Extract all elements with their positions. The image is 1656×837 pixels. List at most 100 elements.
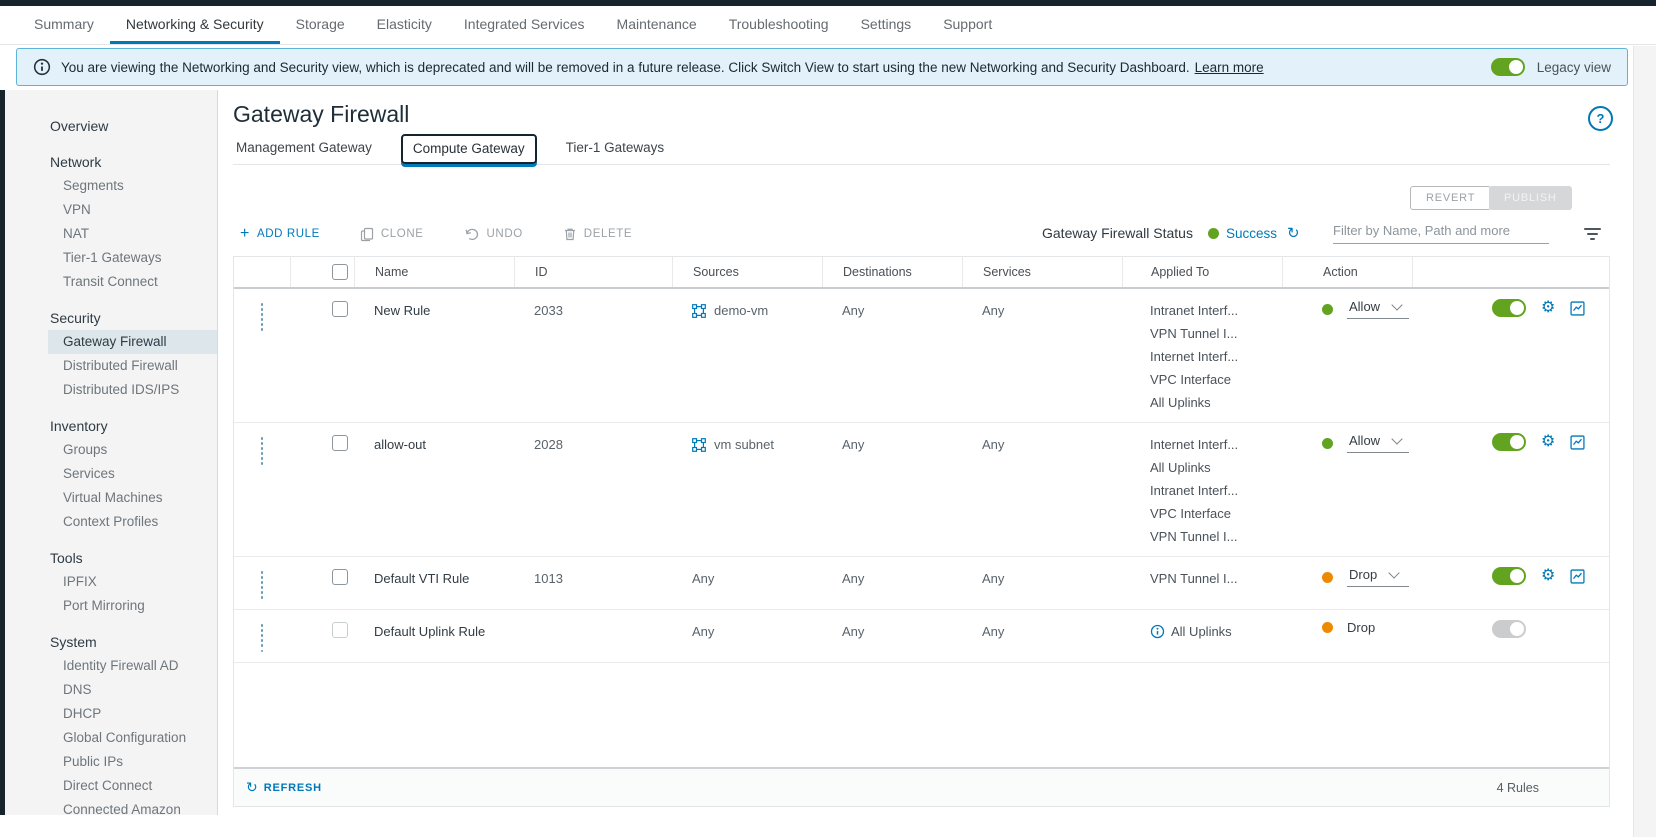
gear-icon[interactable]: ⚙	[1541, 300, 1555, 316]
add-rule-button[interactable]: + ADD RULE	[240, 227, 320, 241]
gateway-firewall-status: Gateway Firewall Status Success ↻	[1042, 224, 1300, 242]
undo-button[interactable]: UNDO	[464, 227, 523, 241]
sidebar-item-port-mirroring[interactable]: Port Mirroring	[5, 594, 217, 618]
rule-enabled-toggle[interactable]	[1492, 567, 1526, 585]
sidebar-item-groups[interactable]: Groups	[5, 438, 217, 462]
rule-sources: vm subnet	[672, 433, 822, 456]
top-navigation: SummaryNetworking & SecurityStorageElast…	[0, 6, 1656, 45]
tab-compute-gateway[interactable]: Compute Gateway	[401, 134, 537, 164]
action-select[interactable]: Allow	[1347, 433, 1409, 453]
rule-checkbox-cell	[290, 433, 354, 451]
rule-checkbox[interactable]	[332, 301, 348, 317]
chart-icon[interactable]	[1570, 569, 1585, 584]
sidebar-section-inventory: Inventory	[5, 414, 217, 438]
sidebar-item-dhcp[interactable]: DHCP	[5, 702, 217, 726]
help-icon[interactable]: ?	[1588, 106, 1613, 131]
gear-icon[interactable]: ⚙	[1541, 568, 1555, 584]
status-refresh-icon[interactable]: ↻	[1287, 224, 1300, 242]
filter-icon[interactable]	[1584, 228, 1601, 240]
learn-more-link[interactable]: Learn more	[1195, 60, 1264, 75]
status-value: Success	[1226, 226, 1277, 241]
action-state-dot	[1322, 438, 1333, 449]
rule-row-default-uplink-rule: Default Uplink RuleAnyAnyAnyAll UplinksD…	[234, 610, 1609, 663]
rule-enabled-toggle[interactable]	[1492, 299, 1526, 317]
info-icon	[1150, 624, 1165, 639]
sidebar-item-context-profiles[interactable]: Context Profiles	[5, 510, 217, 534]
nav-tab-troubleshooting[interactable]: Troubleshooting	[713, 6, 845, 44]
rule-action-cell: Drop	[1282, 567, 1412, 587]
nav-tab-support[interactable]: Support	[927, 6, 1008, 44]
action-select[interactable]: Drop	[1347, 567, 1409, 587]
rule-applied-to: Intranet Interf...VPN Tunnel I...Interne…	[1122, 299, 1282, 414]
rule-checkbox[interactable]	[332, 569, 348, 585]
page-title: Gateway Firewall	[233, 101, 409, 128]
sidebar-item-nat[interactable]: NAT	[5, 222, 217, 246]
sidebar-item-services[interactable]: Services	[5, 462, 217, 486]
group-icon	[692, 438, 706, 452]
applied-to-item: All Uplinks	[1150, 620, 1282, 643]
sidebar-item-distributed-ids-ips[interactable]: Distributed IDS/IPS	[5, 378, 217, 402]
sidebar-item-overview[interactable]: Overview	[5, 114, 217, 138]
nav-tab-networking-security[interactable]: Networking & Security	[110, 6, 280, 44]
sidebar-item-gateway-firewall[interactable]: Gateway Firewall	[48, 330, 217, 354]
clone-button[interactable]: CLONE	[360, 227, 424, 242]
revert-button[interactable]: REVERT	[1410, 186, 1491, 210]
nav-tab-settings[interactable]: Settings	[845, 6, 928, 44]
sidebar-item-segments[interactable]: Segments	[5, 174, 217, 198]
drag-handle-icon[interactable]	[257, 622, 268, 654]
rule-applied-to: VPN Tunnel I...	[1122, 567, 1282, 590]
rule-services: Any	[962, 299, 1122, 322]
applied-to-item: VPN Tunnel I...	[1150, 322, 1282, 345]
nav-tab-storage[interactable]: Storage	[280, 6, 361, 44]
select-all-checkbox[interactable]	[332, 264, 348, 280]
sidebar-item-identity-firewall-ad[interactable]: Identity Firewall AD	[5, 654, 217, 678]
sidebar-item-global-configuration[interactable]: Global Configuration	[5, 726, 217, 750]
sidebar-item-tier-1-gateways[interactable]: Tier-1 Gateways	[5, 246, 217, 270]
sidebar-item-connected-amazon[interactable]: Connected Amazon	[5, 798, 217, 815]
sidebar-item-dns[interactable]: DNS	[5, 678, 217, 702]
rule-id: 1013	[514, 567, 672, 590]
drag-handle-icon[interactable]	[257, 435, 268, 467]
nav-tab-elasticity[interactable]: Elasticity	[361, 6, 448, 44]
rule-checkbox[interactable]	[332, 435, 348, 451]
filter-field	[1333, 221, 1549, 244]
gear-icon[interactable]: ⚙	[1541, 434, 1555, 450]
filter-input[interactable]	[1333, 221, 1549, 244]
nav-tab-summary[interactable]: Summary	[18, 6, 110, 44]
sidebar-item-ipfix[interactable]: IPFIX	[5, 570, 217, 594]
trash-icon	[563, 227, 577, 242]
nav-tab-integrated-services[interactable]: Integrated Services	[448, 6, 601, 44]
publish-button[interactable]: PUBLISH	[1489, 186, 1572, 210]
scrollbar-track[interactable]	[1633, 46, 1656, 837]
tab-tier-1-gateways[interactable]: Tier-1 Gateways	[563, 140, 668, 164]
drag-handle-icon[interactable]	[257, 301, 268, 333]
delete-button[interactable]: DELETE	[563, 227, 632, 242]
rules-toolbar: + ADD RULE CLONE UNDO DELETE	[240, 222, 632, 246]
gateway-tabs: Management Gateway Compute Gateway Tier-1 …	[233, 134, 1610, 165]
applied-to-item: VPC Interface	[1150, 502, 1282, 525]
sidebar-item-virtual-machines[interactable]: Virtual Machines	[5, 486, 217, 510]
rule-controls-cell: ⚙	[1412, 433, 1609, 451]
rule-name: New Rule	[354, 299, 514, 322]
sidebar-item-transit-connect[interactable]: Transit Connect	[5, 270, 217, 294]
column-header-blank	[1412, 257, 1609, 287]
sidebar-item-distributed-firewall[interactable]: Distributed Firewall	[5, 354, 217, 378]
column-header-action: Action	[1282, 257, 1412, 287]
nav-tab-maintenance[interactable]: Maintenance	[601, 6, 713, 44]
legacy-view-toggle[interactable]	[1491, 58, 1525, 76]
drag-handle-icon[interactable]	[257, 569, 268, 601]
info-icon	[33, 58, 51, 76]
rule-count: 4 Rules	[1497, 781, 1539, 795]
sidebar-item-public-ips[interactable]: Public IPs	[5, 750, 217, 774]
sidebar-item-direct-connect[interactable]: Direct Connect	[5, 774, 217, 798]
sidebar-item-vpn[interactable]: VPN	[5, 198, 217, 222]
column-header-id: ID	[514, 257, 672, 287]
action-value: Allow	[1349, 299, 1380, 314]
chart-icon[interactable]	[1570, 435, 1585, 450]
chart-icon[interactable]	[1570, 301, 1585, 316]
rule-enabled-toggle[interactable]	[1492, 433, 1526, 451]
tab-management-gateway[interactable]: Management Gateway	[233, 140, 375, 164]
action-state-dot	[1322, 622, 1333, 633]
refresh-button[interactable]: ↻ REFRESH	[246, 779, 322, 796]
action-select[interactable]: Allow	[1347, 299, 1409, 319]
